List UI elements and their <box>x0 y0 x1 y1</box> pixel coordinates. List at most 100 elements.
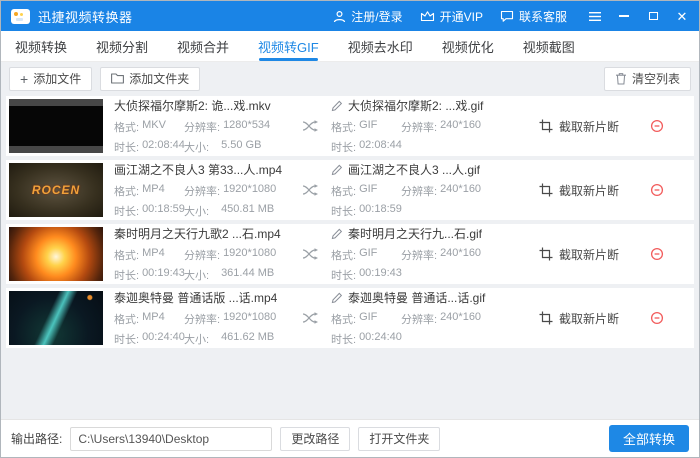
remove-file-icon <box>650 247 664 261</box>
tab-5[interactable]: 视频优化 <box>442 31 494 61</box>
size-value: 5.50 GB <box>221 139 262 151</box>
footer-bar: 输出路径: 更改路径 打开文件夹 全部转换 <box>1 419 699 457</box>
video-thumbnail <box>9 291 103 345</box>
capture-new-clip-button[interactable]: 截取新片断 <box>539 118 619 135</box>
clear-list-button[interactable]: 清空列表 <box>603 66 691 91</box>
register-login-button[interactable]: 注册/登录 <box>333 8 403 25</box>
convert-all-button[interactable]: 全部转换 <box>609 425 689 452</box>
app-logo-icon <box>11 8 30 24</box>
output-path-input[interactable] <box>70 426 273 451</box>
support-label: 联系客服 <box>518 9 567 24</box>
duration-value: 00:24:40 <box>359 331 402 343</box>
resolution-value: 1280*534 <box>223 119 271 131</box>
format-label: 格式: <box>114 122 140 134</box>
resolution-value: 240*160 <box>440 183 482 195</box>
add-file-button[interactable]: + 添加文件 <box>9 66 93 91</box>
resolution-value: 1920*1080 <box>223 247 277 259</box>
size-value: 450.81 MB <box>221 203 275 215</box>
video-thumbnail: ROCEN <box>9 163 103 217</box>
duration-label: 时长: <box>114 206 140 218</box>
source-file-info: 大侦探福尔摩斯2: 诡...戏.mkv 格式: MKV 分辨率: 1280*534 … <box>114 97 300 155</box>
file-list-row: 秦时明月之天行九歌2 ...石.mp4 格式: MP4 分辨率: 1920*1080… <box>6 224 694 284</box>
source-file-name: 大侦探福尔摩斯2: 诡...戏.mkv <box>114 99 271 113</box>
resolution-label: 分辨率: <box>184 122 221 134</box>
capture-new-clip-label: 截取新片断 <box>559 247 620 262</box>
edit-pencil-icon[interactable] <box>331 228 343 240</box>
maximize-button[interactable] <box>646 9 660 23</box>
remove-file-button[interactable] <box>650 247 664 261</box>
duration-label: 时长: <box>114 334 140 346</box>
remove-file-button[interactable] <box>650 183 664 197</box>
source-file-name: 秦时明月之天行九歌2 ...石.mp4 <box>114 227 281 241</box>
plus-icon: + <box>20 70 29 87</box>
edit-pencil-icon[interactable] <box>331 164 343 176</box>
resolution-label: 分辨率: <box>184 314 221 326</box>
minimize-button[interactable] <box>617 9 631 23</box>
remove-file-button[interactable] <box>650 119 664 133</box>
format-value: GIF <box>359 119 378 131</box>
tab-4[interactable]: 视频去水印 <box>348 31 413 61</box>
tab-2[interactable]: 视频合并 <box>177 31 229 61</box>
format-value: GIF <box>359 247 378 259</box>
vip-label: 开通VIP <box>439 9 483 24</box>
thumbnail-logo-text: ROCEN <box>31 183 81 197</box>
crown-icon <box>420 11 434 22</box>
target-file-info: 大侦探福尔摩斯2: ...戏.gif 格式: GIF 分辨率: 240*160 时长… <box>331 97 523 155</box>
tab-6[interactable]: 视频截图 <box>523 31 575 61</box>
crop-icon <box>539 183 553 197</box>
resolution-value: 240*160 <box>440 119 482 131</box>
format-value: MP4 <box>142 247 165 259</box>
format-label: 格式: <box>331 250 357 262</box>
edit-pencil-icon[interactable] <box>331 100 343 112</box>
capture-new-clip-button[interactable]: 截取新片断 <box>539 310 619 327</box>
tab-3[interactable]: 视频转GIF <box>258 31 319 61</box>
tab-bar: 视频转换 视频分割 视频合并 视频转GIF 视频去水印 视频优化 视频截图 <box>1 31 699 62</box>
resolution-label: 分辨率: <box>401 186 438 198</box>
format-label: 格式: <box>114 314 140 326</box>
resolution-label: 分辨率: <box>401 122 438 134</box>
duration-label: 时长: <box>114 270 140 282</box>
titlebar: 迅捷视频转换器 注册/登录 开通VIP 联系客服 ✕ <box>1 1 699 31</box>
close-button[interactable]: ✕ <box>675 9 689 23</box>
target-file-name: 泰迦奥特曼 普通话...话.gif <box>348 291 486 305</box>
tab-0[interactable]: 视频转换 <box>15 31 67 61</box>
change-path-button[interactable]: 更改路径 <box>280 426 351 451</box>
target-file-name: 大侦探福尔摩斯2: ...戏.gif <box>348 99 484 113</box>
format-value: MP4 <box>142 311 165 323</box>
source-file-info: 泰迦奥特曼 普通话版 ...话.mp4 格式: MP4 分辨率: 1920*1080… <box>114 289 300 347</box>
crop-icon <box>539 311 553 325</box>
format-label: 格式: <box>331 186 357 198</box>
format-value: GIF <box>359 183 378 195</box>
app-window: 迅捷视频转换器 注册/登录 开通VIP 联系客服 ✕ 视频转换 视频分割 视频合… <box>0 0 700 458</box>
capture-new-clip-label: 截取新片断 <box>559 183 620 198</box>
resolution-value: 240*160 <box>440 311 482 323</box>
duration-value: 02:08:44 <box>359 139 402 151</box>
remove-file-button[interactable] <box>650 311 664 325</box>
menu-icon <box>589 11 601 21</box>
resolution-label: 分辨率: <box>401 250 438 262</box>
resolution-label: 分辨率: <box>184 186 221 198</box>
duration-label: 时长: <box>114 142 140 154</box>
shuffle-arrows-icon <box>302 120 318 132</box>
source-file-name: 泰迦奥特曼 普通话版 ...话.mp4 <box>114 291 278 305</box>
shuffle-arrows-icon <box>302 184 318 196</box>
add-folder-button[interactable]: 添加文件夹 <box>100 66 201 91</box>
resolution-value: 240*160 <box>440 247 482 259</box>
minimize-icon <box>619 15 629 17</box>
edit-pencil-icon[interactable] <box>331 292 343 304</box>
capture-new-clip-button[interactable]: 截取新片断 <box>539 182 619 199</box>
menu-button[interactable] <box>588 9 602 23</box>
file-list-row: 大侦探福尔摩斯2: 诡...戏.mkv 格式: MKV 分辨率: 1280*534 … <box>6 96 694 156</box>
size-value: 361.44 MB <box>221 267 275 279</box>
duration-value: 00:19:43 <box>359 267 402 279</box>
open-folder-button[interactable]: 打开文件夹 <box>358 426 441 451</box>
size-label: 大小: <box>184 206 210 218</box>
tab-1[interactable]: 视频分割 <box>96 31 148 61</box>
vip-button[interactable]: 开通VIP <box>420 8 483 25</box>
support-button[interactable]: 联系客服 <box>500 8 567 25</box>
resolution-label: 分辨率: <box>401 314 438 326</box>
format-value: GIF <box>359 311 378 323</box>
maximize-icon <box>648 12 658 20</box>
capture-new-clip-button[interactable]: 截取新片断 <box>539 246 619 263</box>
remove-file-icon <box>650 183 664 197</box>
